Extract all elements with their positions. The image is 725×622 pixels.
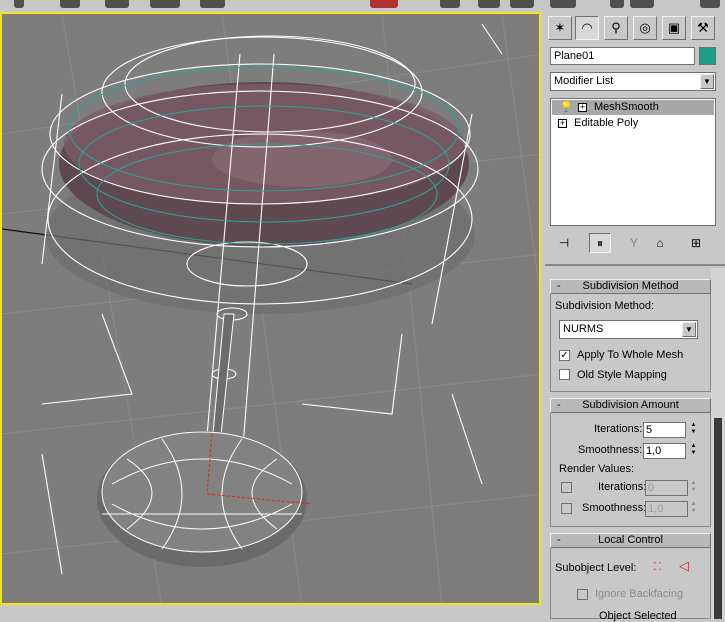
render-smoothness-checkbox[interactable] <box>561 503 572 514</box>
perspective-viewport[interactable] <box>0 12 541 605</box>
collapse-icon: - <box>557 534 561 546</box>
spinner-arrows-icon[interactable]: ▲ ▼ <box>689 422 698 438</box>
old-style-mapping-label: Old Style Mapping <box>577 369 667 381</box>
toolbar-button[interactable] <box>550 0 576 8</box>
apply-whole-mesh-label: Apply To Whole Mesh <box>577 349 684 361</box>
configure-sets-button[interactable]: ⊞ <box>685 233 707 253</box>
lightbulb-icon[interactable]: 💡 <box>560 100 572 115</box>
subdivision-method-value: NURMS <box>563 323 604 335</box>
ignore-backfacing-label: Ignore Backfacing <box>595 588 684 600</box>
utilities-icon: ⚒ <box>697 20 709 35</box>
toolbar-button[interactable] <box>150 0 180 8</box>
spinner-arrows-icon[interactable]: ▲ ▼ <box>689 501 698 517</box>
chevron-down-icon: ▼ <box>682 322 696 337</box>
utilities-tab[interactable]: ⚒ <box>691 16 715 40</box>
hierarchy-icon: ⚲ <box>611 20 621 35</box>
toolbar-button[interactable] <box>105 0 129 8</box>
vertex-icon[interactable]: ⁚⁚ <box>653 560 664 573</box>
smoothness-spinner-input[interactable]: 1,0 <box>643 443 686 459</box>
glass-stem <box>211 313 235 445</box>
spinner-arrows-icon[interactable]: ▲ ▼ <box>689 443 698 459</box>
end-result-icon: ⏸ <box>596 235 603 250</box>
toolbar-button[interactable] <box>440 0 460 8</box>
chevron-down-icon: ▼ <box>700 74 714 89</box>
subdivision-method-rollout-header[interactable]: - Subdivision Method <box>550 279 711 294</box>
modifier-list-dropdown[interactable]: Modifier List ▼ <box>550 72 716 91</box>
render-smoothness-spinner-input[interactable]: 1,0 <box>645 501 688 517</box>
viewport-scene <box>2 14 539 603</box>
toolbar-button[interactable] <box>14 0 24 8</box>
motion-tab[interactable]: ◎ <box>633 16 657 40</box>
object-color-swatch[interactable] <box>699 47 716 65</box>
pin-stack-button[interactable]: ⊣ <box>553 233 575 253</box>
spinner-arrows-icon[interactable]: ▲ ▼ <box>689 480 698 496</box>
subdivision-amount-rollout-header[interactable]: - Subdivision Amount <box>550 398 711 413</box>
stack-item-meshsmooth[interactable]: 💡 + MeshSmooth <box>552 100 714 115</box>
create-icon: ✶ <box>554 20 566 35</box>
object-selected-status: Object Selected <box>599 610 677 622</box>
pin-icon: ⊣ <box>558 236 570 250</box>
motion-icon: ◎ <box>639 20 651 35</box>
apply-whole-mesh-checkbox[interactable]: ✓ <box>559 350 570 361</box>
toolbar-button[interactable] <box>370 0 398 8</box>
trash-icon: ⌂ <box>656 236 664 250</box>
create-tab[interactable]: ✶ <box>548 16 572 40</box>
main-toolbar <box>0 0 725 12</box>
modifier-stack[interactable]: 💡 + MeshSmooth + Editable Poly <box>550 98 716 226</box>
collapse-icon: - <box>557 280 561 292</box>
expand-icon[interactable]: + <box>558 119 567 128</box>
separator <box>545 264 725 266</box>
render-iterations-spinner-input[interactable]: 0 <box>645 480 688 496</box>
display-tab[interactable]: ▣ <box>662 16 686 40</box>
command-panel: ✶ ◠ ⚲ ◎ ▣ ⚒ Plane01 Modifier List ▼ 💡 + … <box>545 12 725 622</box>
toolbar-button[interactable] <box>610 0 624 8</box>
iterations-label: Iterations: <box>594 423 643 435</box>
stack-item-editable-poly[interactable]: + Editable Poly <box>552 116 714 131</box>
render-iterations-label: Iterations: <box>598 481 647 493</box>
show-end-result-button[interactable]: ⏸ <box>589 233 611 253</box>
local-control-rollout-header[interactable]: - Local Control <box>550 533 711 548</box>
modifier-list-label: Modifier List <box>554 75 614 87</box>
subdivision-method-dropdown[interactable]: NURMS ▼ <box>559 320 698 339</box>
render-iterations-checkbox[interactable] <box>561 482 572 493</box>
toolbar-button[interactable] <box>700 0 720 8</box>
status-strip <box>0 605 545 619</box>
make-unique-icon: Y <box>629 236 638 250</box>
configure-icon: ⊞ <box>690 236 702 250</box>
display-icon: ▣ <box>667 20 681 35</box>
rollout-title: Subdivision Amount <box>582 399 679 411</box>
subobject-level-label: Subobject Level: <box>555 562 637 574</box>
render-values-label: Render Values: <box>559 463 635 475</box>
object-name-input[interactable]: Plane01 <box>550 47 695 65</box>
toolbar-button[interactable] <box>630 0 654 8</box>
toolbar-button[interactable] <box>478 0 500 8</box>
render-smoothness-label: Smoothness: <box>582 502 647 514</box>
make-unique-button[interactable]: Y <box>623 233 645 253</box>
collapse-icon: - <box>557 399 561 411</box>
subdivision-method-label: Subdivision Method: <box>555 300 655 312</box>
stack-item-label: Editable Poly <box>574 117 639 129</box>
remove-modifier-button[interactable]: ⌂ <box>649 233 671 253</box>
rollout-title: Subdivision Method <box>582 280 679 292</box>
hierarchy-tab[interactable]: ⚲ <box>604 16 628 40</box>
modify-icon: ◠ <box>581 20 593 35</box>
stack-item-label: MeshSmooth <box>594 101 659 113</box>
rollout-title: Local Control <box>598 534 663 546</box>
old-style-mapping-checkbox[interactable] <box>559 369 570 380</box>
scrollbar-thumb[interactable] <box>714 418 722 619</box>
ignore-backfacing-checkbox[interactable] <box>577 589 588 600</box>
modify-tab[interactable]: ◠ <box>575 16 599 40</box>
toolbar-button[interactable] <box>510 0 534 8</box>
smoothness-label: Smoothness: <box>578 444 643 456</box>
iterations-spinner-input[interactable]: 5 <box>643 422 686 438</box>
expand-icon[interactable]: + <box>578 103 587 112</box>
edge-icon[interactable]: ◁ <box>679 558 689 574</box>
toolbar-button[interactable] <box>200 0 225 8</box>
toolbar-button[interactable] <box>60 0 80 8</box>
